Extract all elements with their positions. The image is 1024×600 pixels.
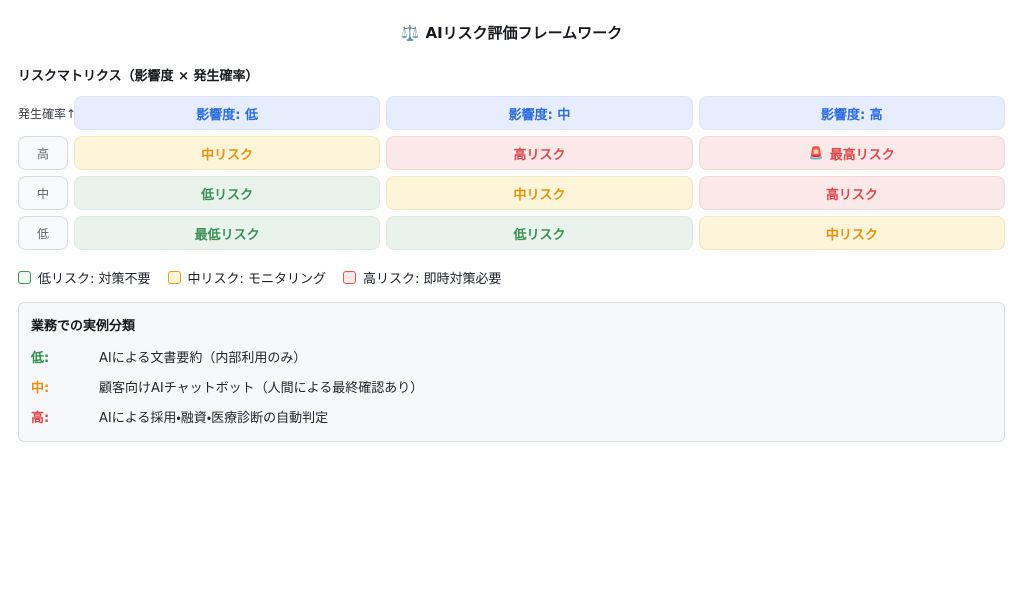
risk-cell-label: 低リスク (513, 224, 565, 243)
legend-item-low: 低リスク: 対策不要 (18, 268, 151, 287)
risk-cell: 中リスク (386, 176, 692, 210)
probability-label-high: 高 (18, 136, 68, 170)
example-label: 高: (31, 407, 99, 426)
siren-icon: 🚨 (809, 146, 824, 160)
legend-label: 低リスク: 対策不要 (38, 268, 151, 287)
probability-label-medium: 中 (18, 176, 68, 210)
risk-cell-label: 高リスク (826, 184, 878, 203)
risk-cell-label: 高リスク (513, 144, 565, 163)
risk-cell-label: 最低リスク (195, 224, 260, 243)
example-label: 中: (31, 377, 99, 396)
example-label: 低: (31, 347, 99, 366)
impact-header-medium: 影響度: 中 (386, 96, 692, 130)
legend-label: 中リスク: モニタリング (188, 268, 327, 287)
ai-risk-framework-page: ⚖️ AIリスク評価フレームワーク リスクマトリクス（影響度 × 発生確率） 発生… (0, 0, 1024, 442)
impact-header-high: 影響度: 高 (699, 96, 1005, 130)
probability-label-low: 低 (18, 216, 68, 250)
probability-axis-label: 発生確率↑ (18, 96, 68, 130)
page-title: ⚖️ AIリスク評価フレームワーク (18, 22, 1005, 43)
legend-label: 高リスク: 即時対策必要 (363, 268, 502, 287)
example-row-high: 高: AIによる採用・融資・医療診断の自動判定 (31, 407, 992, 426)
risk-cell: 高リスク (699, 176, 1005, 210)
scales-icon: ⚖️ (401, 24, 420, 42)
risk-cell: 低リスク (386, 216, 692, 250)
legend-item-medium: 中リスク: モニタリング (168, 268, 327, 287)
risk-cell: 🚨 最高リスク (699, 136, 1005, 170)
risk-legend: 低リスク: 対策不要 中リスク: モニタリング 高リスク: 即時対策必要 (18, 268, 1005, 287)
risk-matrix: 発生確率↑ 影響度: 低 影響度: 中 影響度: 高 高 中リスク 高リスク 🚨… (18, 96, 1005, 250)
risk-cell-label: 低リスク (201, 184, 253, 203)
matrix-heading: リスクマトリクス（影響度 × 発生確率） (18, 65, 1005, 84)
risk-cell: 高リスク (386, 136, 692, 170)
risk-cell-label: 中リスク (826, 224, 878, 243)
legend-item-high: 高リスク: 即時対策必要 (343, 268, 502, 287)
impact-header-low: 影響度: 低 (74, 96, 380, 130)
risk-cell: 中リスク (74, 136, 380, 170)
examples-panel: 業務での実例分類 低: AIによる文書要約（内部利用のみ） 中: 顧客向けAIチ… (18, 302, 1005, 442)
risk-cell: 低リスク (74, 176, 380, 210)
risk-cell-label: 最高リスク (830, 144, 895, 163)
example-row-low: 低: AIによる文書要約（内部利用のみ） (31, 347, 992, 366)
risk-cell: 中リスク (699, 216, 1005, 250)
legend-swatch-low-icon (18, 271, 31, 284)
example-text: AIによる採用・融資・医療診断の自動判定 (99, 407, 992, 426)
risk-cell-label: 中リスク (513, 184, 565, 203)
page-title-text: AIリスク評価フレームワーク (425, 24, 622, 42)
examples-title: 業務での実例分類 (31, 315, 992, 334)
example-text: AIによる文書要約（内部利用のみ） (99, 347, 992, 366)
risk-cell: 最低リスク (74, 216, 380, 250)
risk-cell-label: 中リスク (201, 144, 253, 163)
example-row-medium: 中: 顧客向けAIチャットボット（人間による最終確認あり） (31, 377, 992, 396)
legend-swatch-high-icon (343, 271, 356, 284)
legend-swatch-medium-icon (168, 271, 181, 284)
example-text: 顧客向けAIチャットボット（人間による最終確認あり） (99, 377, 992, 396)
